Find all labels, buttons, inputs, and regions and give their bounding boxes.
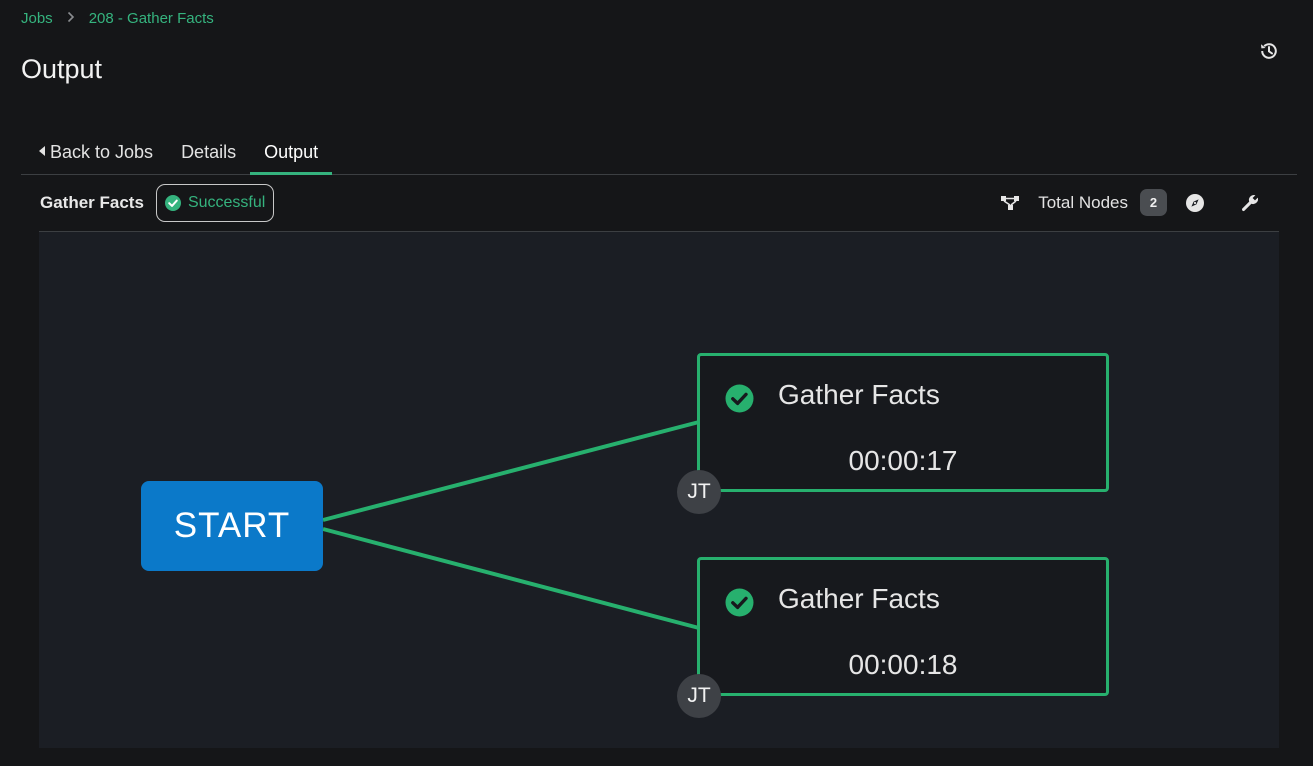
workflow-node[interactable]: Gather Facts 00:00:17 bbox=[697, 353, 1109, 492]
tab-bar: Back to Jobs Details Output bbox=[21, 131, 1297, 175]
wrench-icon[interactable] bbox=[1239, 192, 1261, 214]
caret-left-icon bbox=[39, 146, 45, 159]
tab-label: Details bbox=[181, 142, 237, 162]
status-label: Successful bbox=[187, 193, 266, 211]
check-circle-icon bbox=[725, 588, 754, 622]
status-badge: Successful bbox=[155, 183, 275, 222]
compass-icon[interactable] bbox=[1185, 193, 1205, 213]
job-name: Gather Facts bbox=[40, 192, 144, 212]
history-icon[interactable] bbox=[1256, 38, 1282, 64]
check-circle-icon bbox=[725, 384, 754, 418]
node-title: Gather Facts bbox=[778, 583, 940, 614]
node-type-badge: JT bbox=[677, 674, 721, 718]
page-title: Output bbox=[21, 54, 103, 84]
total-nodes-count: 2 bbox=[1140, 189, 1167, 216]
workflow-toolbar: Gather Facts Successful Total Nodes 2 bbox=[39, 174, 1279, 232]
node-type-badge: JT bbox=[677, 470, 721, 514]
check-circle-icon bbox=[164, 194, 181, 211]
workflow-node[interactable]: Gather Facts 00:00:18 bbox=[697, 557, 1109, 696]
node-elapsed-time: 00:00:17 bbox=[848, 445, 958, 476]
breadcrumb: Jobs 208 - Gather Facts bbox=[21, 10, 214, 27]
breadcrumb-job-link[interactable]: 208 - Gather Facts bbox=[89, 10, 214, 27]
workflow-graph-canvas[interactable]: START Gather Facts 00:00:17 JT Gather Fa… bbox=[39, 232, 1279, 748]
tab-label: Output bbox=[264, 142, 319, 162]
workflow-icon bbox=[1000, 193, 1020, 213]
job-output-page: Jobs 208 - Gather Facts Output Back to J… bbox=[0, 0, 1313, 766]
start-node[interactable]: START bbox=[141, 481, 323, 571]
breadcrumb-jobs-link[interactable]: Jobs bbox=[21, 10, 53, 27]
tab-output[interactable]: Output bbox=[250, 131, 333, 175]
total-nodes-label: Total Nodes bbox=[1038, 192, 1128, 212]
breadcrumb-separator-icon bbox=[67, 11, 75, 26]
tab-details[interactable]: Details bbox=[167, 131, 250, 174]
toolbar-actions: Total Nodes 2 bbox=[1000, 174, 1279, 231]
link-start-to-node-1 bbox=[322, 420, 700, 522]
tab-back-to-jobs[interactable]: Back to Jobs bbox=[21, 131, 167, 174]
node-title: Gather Facts bbox=[778, 379, 940, 410]
node-elapsed-time: 00:00:18 bbox=[848, 649, 958, 680]
link-start-to-node-2 bbox=[322, 527, 700, 630]
tab-label: Back to Jobs bbox=[50, 142, 154, 162]
